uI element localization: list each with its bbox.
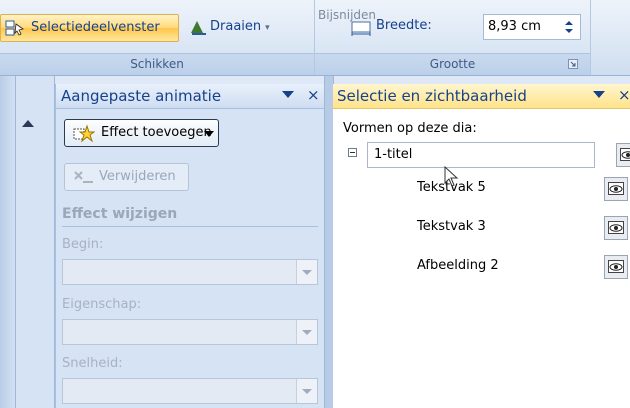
selection-pane-icon	[5, 20, 24, 36]
pane-menu-icon[interactable]	[282, 91, 294, 98]
rotate-icon	[191, 21, 206, 35]
rotate-button[interactable]: Draaien ▾	[186, 14, 296, 40]
eye-icon	[620, 148, 630, 161]
custom-animation-pane: Aangepaste animatie × Effect toevoegen V…	[55, 84, 324, 408]
width-icon	[351, 21, 371, 36]
close-icon[interactable]: ×	[618, 86, 630, 104]
dialog-launcher-icon[interactable]	[568, 59, 578, 69]
shape-row-title[interactable]: 1-titel	[345, 142, 630, 168]
remove-button: Verwijderen	[64, 163, 189, 191]
chevron-down-icon: ▾	[265, 23, 270, 33]
arrange-group-label: Schikken	[0, 53, 314, 75]
collapse-icon[interactable]	[348, 148, 357, 157]
modify-effect-heading: Effect wijzigen	[62, 206, 178, 222]
visibility-toggle[interactable]	[604, 255, 628, 279]
start-select	[62, 259, 318, 285]
width-value: 8,93 cm	[488, 19, 541, 34]
speed-select	[62, 378, 318, 404]
close-icon[interactable]: ×	[307, 86, 320, 104]
visibility-toggle[interactable]	[604, 216, 628, 240]
selection-pane-button[interactable]: Selectiedeelvenster	[0, 14, 179, 42]
eye-icon	[608, 221, 624, 234]
visibility-toggle[interactable]	[604, 177, 628, 201]
rotate-label: Draaien ▾	[210, 19, 270, 34]
eye-icon	[608, 182, 624, 195]
animation-pane-title: Aangepaste animatie	[61, 87, 222, 105]
width-label: Breedte:	[376, 18, 432, 33]
divider	[62, 226, 318, 227]
shapes-on-slide-label: Vormen op deze dia:	[343, 121, 477, 136]
speed-label: Snelheid:	[62, 356, 123, 371]
chevron-down-icon	[296, 379, 317, 403]
left-edge	[0, 76, 16, 408]
eye-icon	[608, 260, 624, 273]
pane-menu-icon[interactable]	[593, 91, 605, 98]
animation-pane-header: Aangepaste animatie ×	[56, 84, 324, 109]
remove-label: Verwijderen	[99, 169, 176, 184]
arrange-group: Selectiedeelvenster Draaien ▾ Schikken	[0, 0, 315, 75]
selection-pane-label: Selectiedeelvenster	[31, 20, 160, 35]
selection-visibility-pane: Selectie en zichtbaarheid × Vormen op de…	[333, 84, 630, 408]
chevron-down-icon	[204, 131, 214, 137]
selection-pane-title: Selectie en zichtbaarheid	[337, 87, 527, 105]
ribbon: Selectiedeelvenster Draaien ▾ Schikken Gr…	[0, 0, 630, 76]
list-item[interactable]: Tekstvak 3	[417, 219, 486, 234]
shape-name-value: 1-titel	[374, 147, 413, 162]
shape-name-input[interactable]: 1-titel	[367, 142, 595, 168]
mouse-cursor-icon	[444, 166, 459, 187]
remove-effect-icon	[74, 171, 93, 183]
scroll-up-icon[interactable]	[22, 120, 34, 127]
list-item[interactable]: Afbeelding 2	[417, 258, 499, 273]
chevron-down-icon	[296, 260, 317, 284]
width-input[interactable]: 8,93 cm	[483, 14, 581, 40]
visibility-toggle[interactable]	[616, 143, 630, 167]
property-select	[62, 319, 318, 345]
property-label: Eigenschap:	[62, 297, 142, 312]
add-effect-button[interactable]: Effect toevoegen	[64, 119, 219, 147]
selection-pane-header: Selectie en zichtbaarheid ×	[333, 84, 630, 109]
star-effect-icon	[73, 124, 95, 143]
add-effect-label: Effect toevoegen	[101, 125, 212, 140]
spinner-icon[interactable]	[564, 19, 574, 35]
chevron-down-icon	[296, 320, 317, 344]
size-group-label: Grootte	[315, 53, 590, 75]
start-label: Begin:	[62, 237, 104, 252]
